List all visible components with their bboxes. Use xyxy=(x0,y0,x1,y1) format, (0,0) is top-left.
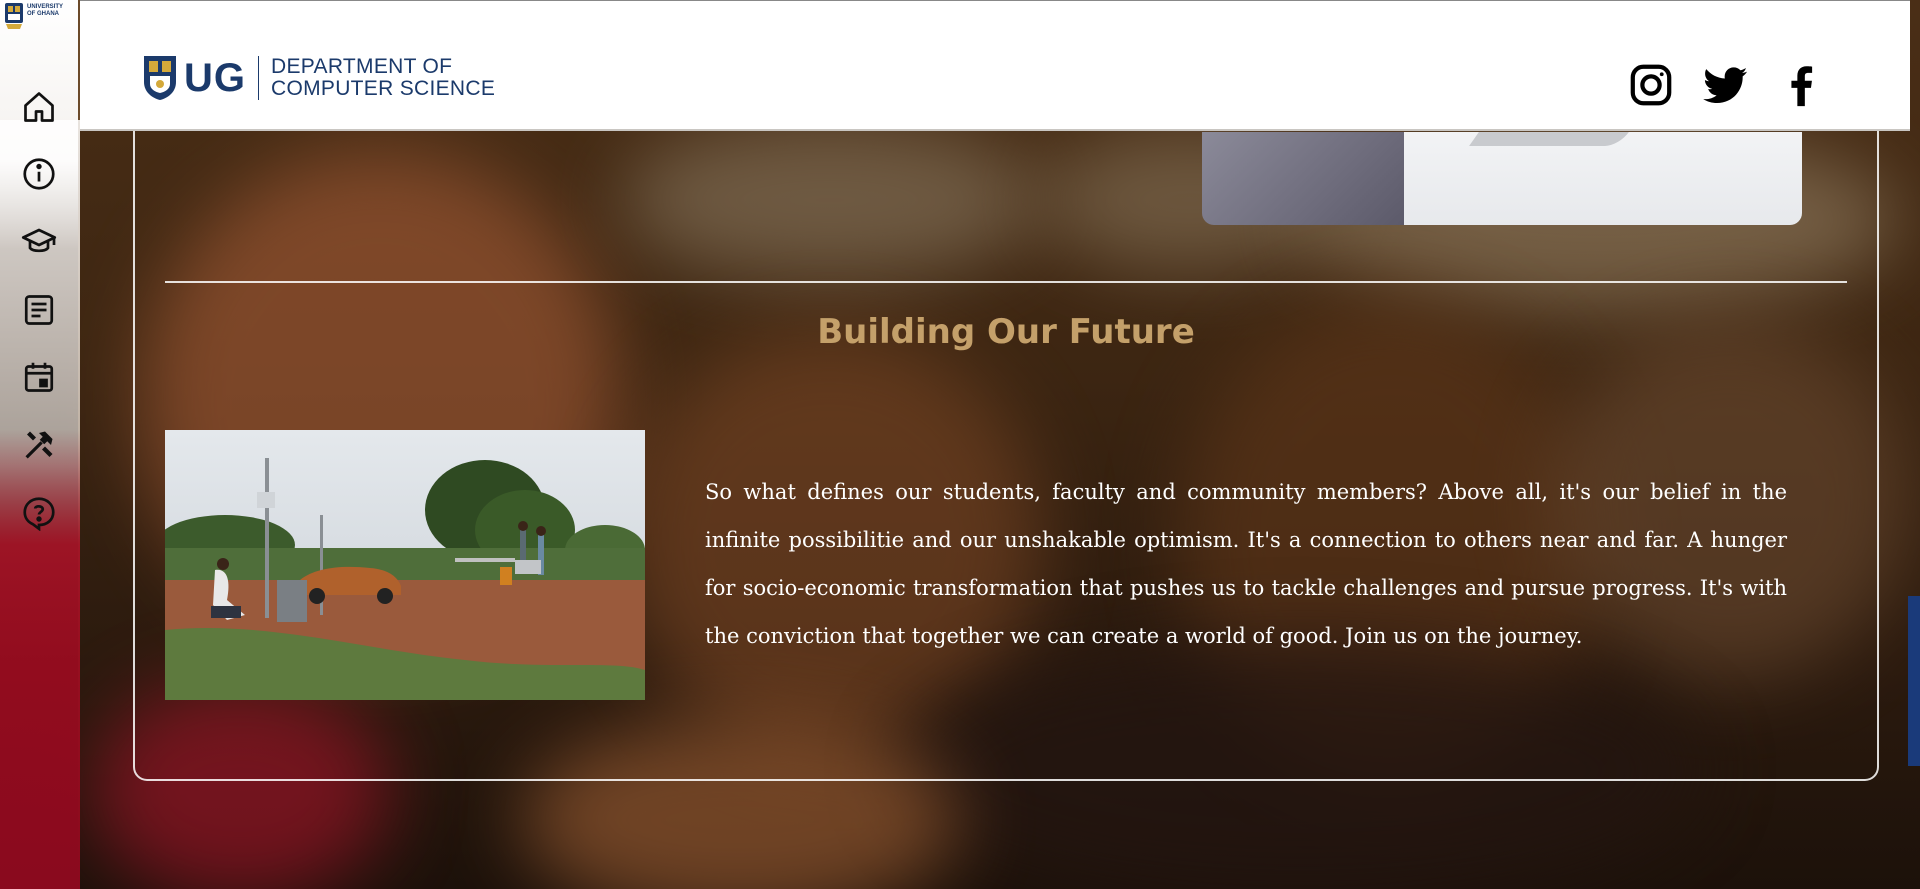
scroll-edge-tab[interactable] xyxy=(1908,596,1920,766)
ug-crest-icon xyxy=(144,56,176,100)
field-photo-illustration xyxy=(165,430,645,700)
department-brand-logo[interactable]: UG DEPARTMENT OF COMPUTER SCIENCE xyxy=(142,53,495,103)
university-crest-icon xyxy=(5,3,23,29)
dept-name-line1: DEPARTMENT OF xyxy=(271,55,453,78)
facebook-link[interactable] xyxy=(1777,61,1825,109)
sidebar-item-help[interactable] xyxy=(20,494,58,532)
brand-separator xyxy=(258,56,259,100)
sidebar-item-news[interactable] xyxy=(20,291,58,329)
previous-section-image xyxy=(1202,132,1802,225)
calendar-event-icon xyxy=(24,362,54,392)
image-laptop-region xyxy=(1404,132,1802,225)
sidebar-item-events[interactable] xyxy=(20,358,58,396)
article-icon xyxy=(24,295,54,325)
tools-icon xyxy=(25,431,53,459)
twitter-icon xyxy=(1703,67,1748,104)
sidebar-nav: UNIVERSITY OF GHANA xyxy=(0,0,80,889)
sidebar-item-home[interactable] xyxy=(20,88,58,126)
sidebar-item-resources[interactable] xyxy=(20,426,58,464)
section-divider xyxy=(165,281,1847,283)
sidebar-item-about[interactable] xyxy=(20,155,58,193)
section-body-text: So what defines our students, faculty an… xyxy=(705,480,1787,648)
logo-text-line1: UNIVERSITY xyxy=(27,4,64,10)
twitter-link[interactable] xyxy=(1702,61,1750,109)
info-icon xyxy=(23,158,55,190)
instagram-link[interactable] xyxy=(1627,61,1675,109)
image-sleeve-region xyxy=(1202,132,1404,225)
dept-name-line2: COMPUTER SCIENCE xyxy=(271,77,496,100)
sidebar-item-academics[interactable] xyxy=(20,223,58,261)
graduation-cap-icon xyxy=(21,228,57,253)
university-logo[interactable]: UNIVERSITY OF GHANA xyxy=(4,2,76,38)
site-header: UG DEPARTMENT OF COMPUTER SCIENCE xyxy=(80,0,1910,131)
section-title: Building Our Future xyxy=(817,312,1195,352)
instagram-icon xyxy=(1630,64,1672,106)
facebook-icon xyxy=(1791,66,1813,107)
brand-ug-text: UG xyxy=(184,55,246,100)
field-research-photo xyxy=(165,430,645,700)
logo-text-line2: OF GHANA xyxy=(27,11,59,17)
home-icon xyxy=(24,92,54,122)
help-bubble-icon xyxy=(23,497,55,531)
